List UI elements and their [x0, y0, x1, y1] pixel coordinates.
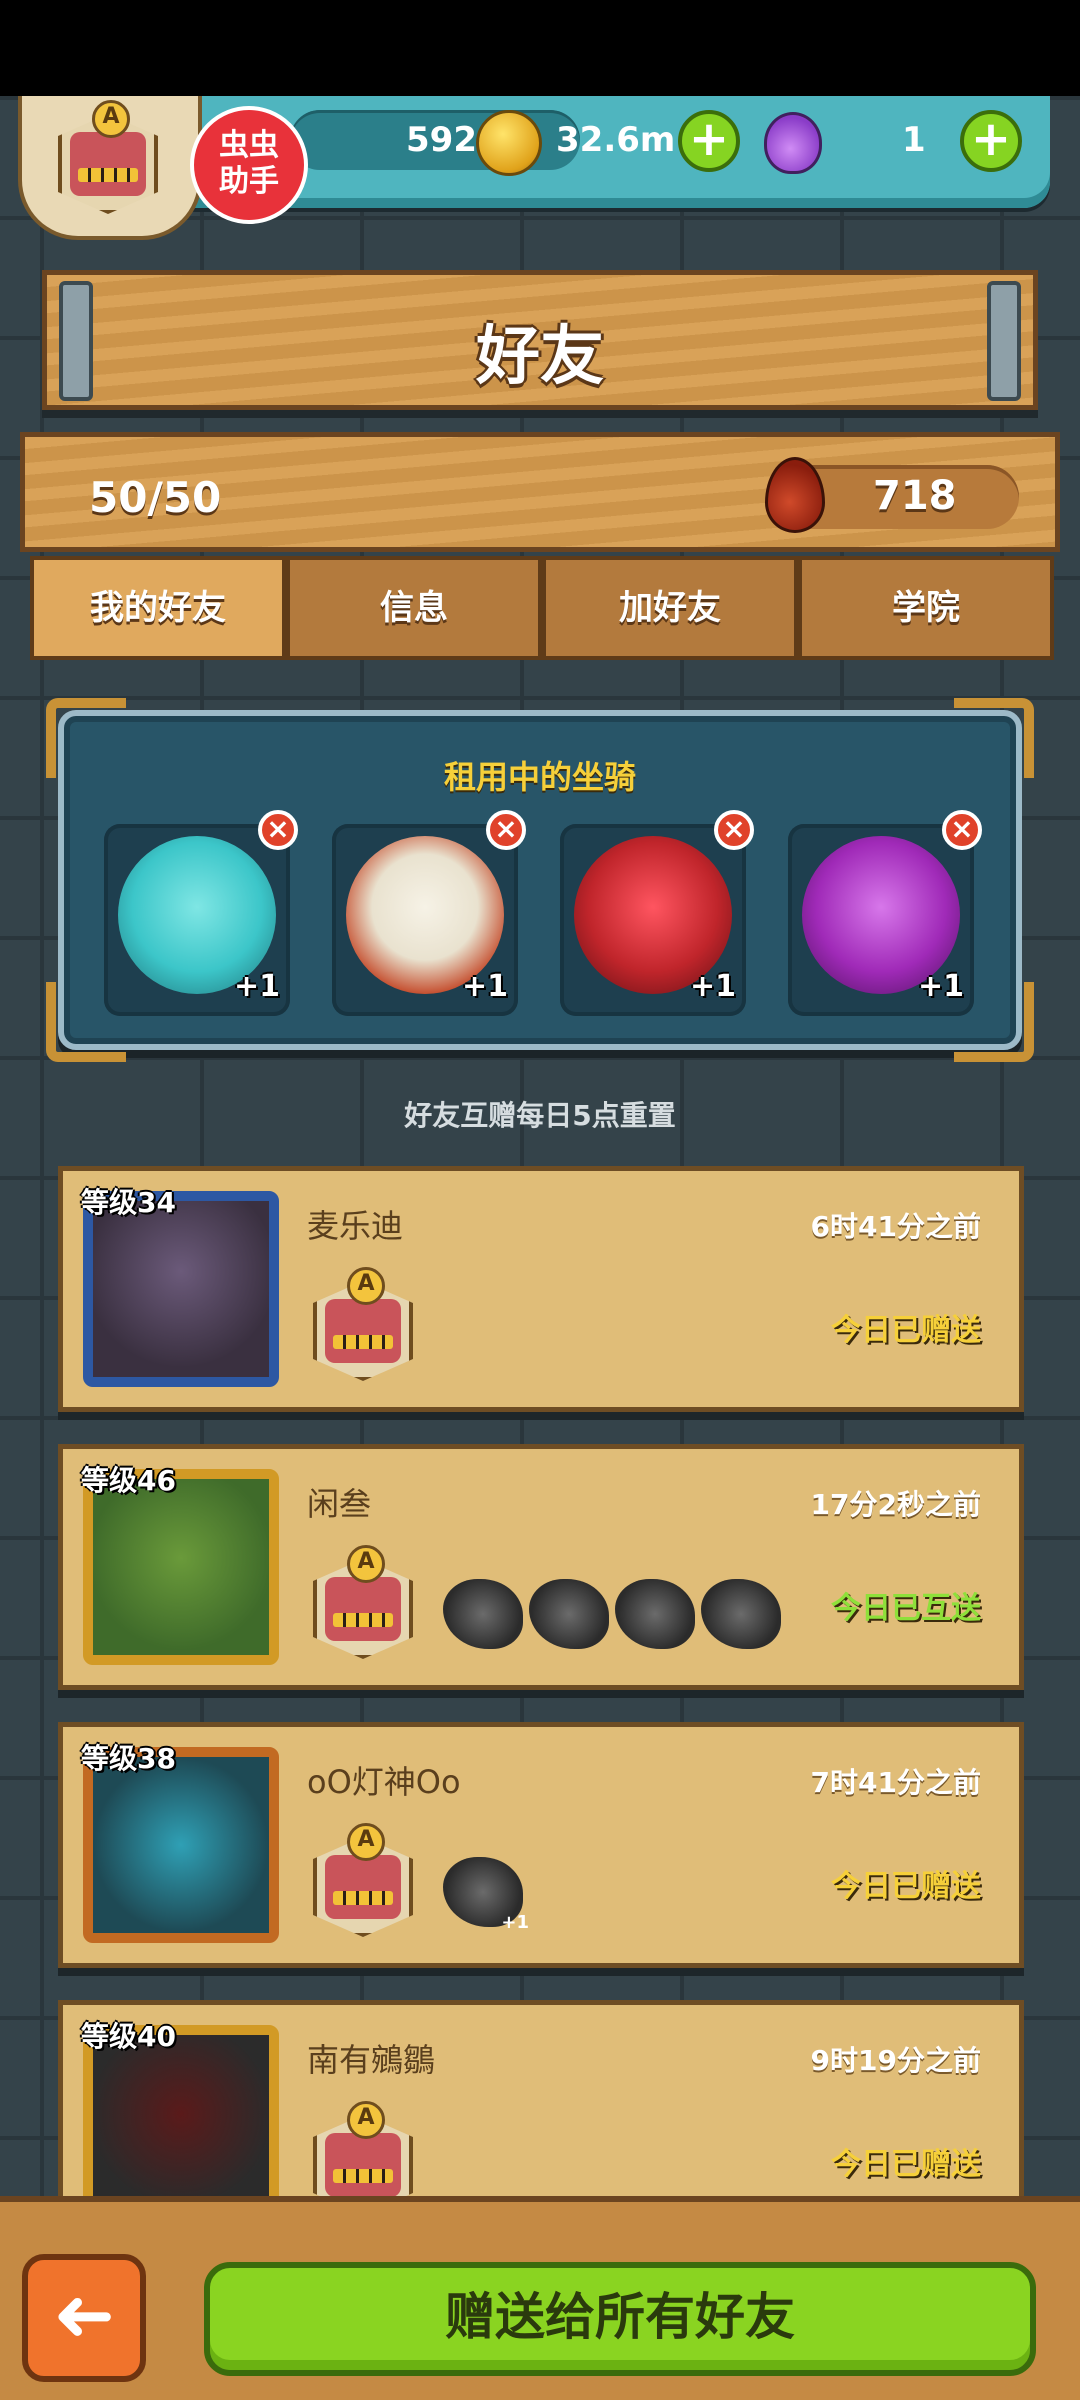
status-bar — [0, 0, 1080, 96]
gift-status: 今日已赠送 — [831, 1869, 981, 1904]
remove-mount-button[interactable]: × — [942, 810, 982, 850]
player-shield-icon: A — [58, 100, 158, 220]
mount-bonus: +1 — [461, 969, 508, 1004]
friend-name: 南有鵷鶵 — [307, 2041, 436, 2079]
friend-level: 等级34 — [81, 1186, 176, 1219]
friend-last-seen: 6时41分之前 — [810, 1210, 981, 1243]
mount-slot[interactable]: × +1 — [104, 810, 298, 1016]
mount-bonus: +1 — [689, 969, 736, 1004]
potion-value: 1 — [902, 120, 926, 160]
back-arrow-icon: ➜ — [52, 2272, 115, 2358]
friend-card[interactable]: 等级46 闲叁 17分2秒之前 A 今日已互送 — [58, 1444, 1024, 1690]
blood-value: 718 — [873, 473, 957, 519]
tab-bar: 我的好友 信息 加好友 学院 — [30, 556, 1054, 660]
remove-mount-button[interactable]: × — [258, 810, 298, 850]
chongchong-assistant-badge[interactable]: 虫虫 助手 — [190, 106, 308, 224]
badge-line1: 虫虫 — [219, 128, 279, 163]
mount-slot[interactable]: × +1 — [788, 810, 982, 1016]
friend-last-seen: 7时41分之前 — [810, 1766, 981, 1799]
mount-slot[interactable]: × +1 — [332, 810, 526, 1016]
page-title: 好友 — [476, 320, 604, 394]
friend-shield-icon: A — [313, 1823, 413, 1943]
friend-level: 等级40 — [81, 2020, 176, 2053]
potion-pill: 1 — [830, 110, 960, 170]
mount-bonus: +1 — [917, 969, 964, 1004]
add-potion-button[interactable]: + — [960, 110, 1022, 172]
gift-all-friends-button[interactable]: 赠送给所有好友 — [204, 2262, 1036, 2376]
remove-mount-button[interactable]: × — [486, 810, 526, 850]
pet-icon: +1 — [443, 1857, 529, 1933]
friend-level: 等级46 — [81, 1464, 176, 1497]
friend-name: 闲叁 — [307, 1485, 372, 1523]
friend-shield-icon: A — [313, 1545, 413, 1665]
friend-name: 麦乐迪 — [307, 1207, 404, 1245]
daily-reset-note: 好友互赠每日5点重置 — [404, 1099, 676, 1132]
pet-bonus: +1 — [501, 1912, 529, 1933]
pet-icon — [529, 1579, 609, 1649]
pet-icon — [443, 1579, 523, 1649]
gift-status: 今日已赠送 — [831, 1313, 981, 1348]
gold-pill: 32.6m — [510, 110, 690, 170]
gift-status: 今日已赠送 — [831, 2147, 981, 2182]
add-gold-button[interactable]: + — [678, 110, 740, 172]
tab-academy[interactable]: 学院 — [798, 556, 1054, 660]
mount-bonus: +1 — [233, 969, 280, 1004]
pet-icon — [701, 1579, 781, 1649]
tab-add-friend[interactable]: 加好友 — [542, 556, 798, 660]
player-avatar-frame[interactable]: A — [18, 96, 202, 240]
friend-info-bar: 50/50 718 — [20, 432, 1060, 552]
remove-mount-button[interactable]: × — [714, 810, 754, 850]
badge-line2: 助手 — [219, 164, 279, 199]
potion-icon — [764, 112, 822, 174]
friend-last-seen: 9时19分之前 — [810, 2044, 981, 2077]
rented-mounts-panel: 租用中的坐骑 × +1 × +1 × +1 × +1 — [46, 698, 1034, 1062]
friend-card[interactable]: 等级34 麦乐迪 6时41分之前 A 今日已赠送 — [58, 1166, 1024, 1412]
friend-level: 等级38 — [81, 1742, 176, 1775]
title-banner: 好友 — [42, 270, 1038, 410]
gift-status: 今日已互送 — [831, 1591, 981, 1626]
mount-slot[interactable]: × +1 — [560, 810, 754, 1016]
friend-count: 50/50 — [89, 473, 222, 522]
mounts-title: 租用中的坐骑 — [443, 758, 636, 796]
bottom-action-bar: ➜ 赠送给所有好友 — [0, 2196, 1080, 2400]
friend-shield-icon: A — [313, 1267, 413, 1387]
tab-messages[interactable]: 信息 — [286, 556, 542, 660]
friend-card[interactable]: 等级38 oO灯神Oo 7时41分之前 A +1 今日已赠送 — [58, 1722, 1024, 1968]
friend-name: oO灯神Oo — [307, 1763, 461, 1801]
back-button[interactable]: ➜ — [22, 2254, 146, 2382]
pet-icon — [615, 1579, 695, 1649]
friend-last-seen: 17分2秒之前 — [810, 1488, 981, 1521]
tab-my-friends[interactable]: 我的好友 — [30, 556, 286, 660]
gold-value: 32.6m — [556, 120, 676, 160]
